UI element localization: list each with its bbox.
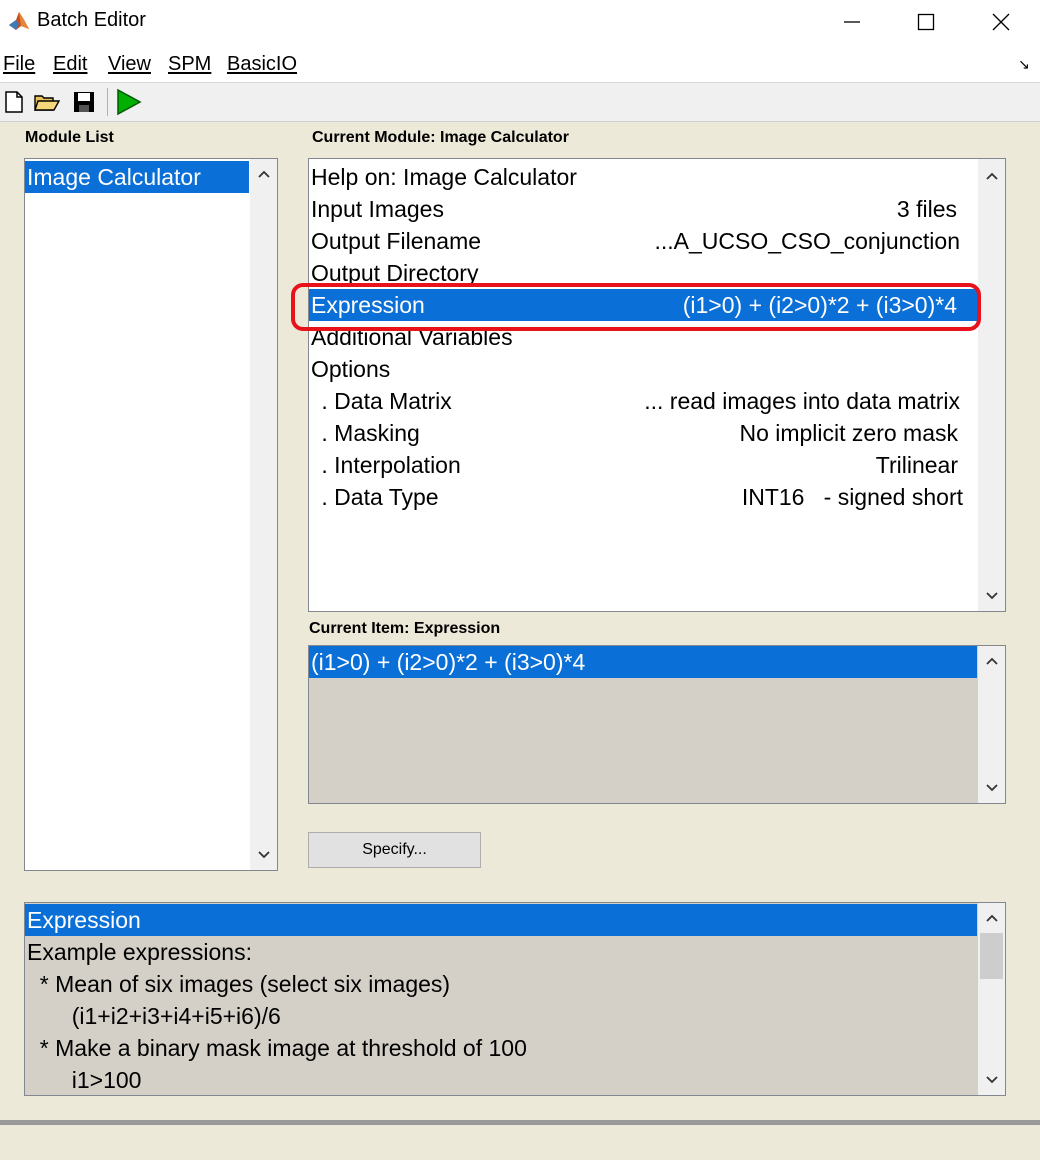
current-module-scrollbar[interactable] — [978, 159, 1005, 611]
menu-basicio[interactable]: BasicIO — [227, 53, 297, 76]
new-file-icon — [5, 91, 23, 113]
run-icon — [117, 88, 142, 116]
row-label: . Masking — [315, 420, 420, 446]
row-label: . Data Type — [315, 484, 439, 510]
row-label: Additional Variables — [311, 324, 513, 350]
help-line-text: (i1+i2+i3+i4+i5+i6)/6 — [27, 1003, 281, 1029]
help-line-text: Example expressions: — [27, 939, 252, 965]
current-module-label: Current Module: Image Calculator — [312, 129, 569, 146]
module-list-label: Module List — [25, 129, 114, 146]
row-label: Options — [311, 356, 391, 382]
save-button[interactable] — [70, 87, 98, 117]
row-value: Trilinear — [875, 452, 958, 478]
menu-spm[interactable]: SPM — [168, 53, 211, 76]
open-button[interactable] — [33, 87, 61, 117]
current-module-list[interactable]: Help on: Image Calculator Input Images 3… — [308, 158, 1006, 612]
help-box[interactable]: Expression Example expressions: * Mean o… — [24, 902, 1006, 1096]
row-value: (i1>0) + (i2>0)*2 + (i3>0)*4 — [682, 292, 957, 318]
toolbar-separator — [107, 88, 108, 116]
open-folder-icon — [34, 95, 61, 111]
help-line-text: * Make a binary mask image at threshold … — [27, 1035, 527, 1061]
current-item-value-text: (i1>0) + (i2>0)*2 + (i3>0)*4 — [311, 649, 586, 675]
help-scroll-thumb[interactable] — [980, 933, 1003, 979]
row-label: Input Images — [311, 196, 444, 222]
module-row-expression[interactable]: Expression (i1>0) + (i2>0)*2 + (i3>0)*4 — [309, 289, 977, 321]
current-item-value[interactable]: (i1>0) + (i2>0)*2 + (i3>0)*4 — [309, 646, 977, 678]
module-row-help[interactable]: Help on: Image Calculator — [309, 161, 977, 193]
row-label: Output Directory — [311, 260, 479, 286]
close-button[interactable] — [965, 0, 1037, 44]
row-value: No implicit zero mask — [739, 420, 958, 446]
module-row-data-matrix[interactable]: . Data Matrix ... read images into data … — [309, 385, 977, 417]
run-button[interactable] — [114, 87, 142, 117]
row-label: Expression — [311, 292, 425, 318]
menu-file[interactable]: File — [3, 53, 35, 76]
help-line: i1>100 — [25, 1064, 977, 1096]
current-item-label: Current Item: Expression — [309, 620, 501, 637]
module-list-item-image-calculator[interactable]: Image Calculator — [25, 161, 249, 193]
module-row-input-images[interactable]: Input Images 3 files — [309, 193, 977, 225]
help-line-text: * Mean of six images (select six images) — [27, 971, 451, 997]
current-item-box[interactable]: (i1>0) + (i2>0)*2 + (i3>0)*4 — [308, 645, 1006, 804]
help-scrollbar[interactable] — [978, 903, 1005, 1095]
module-row-output-directory[interactable]: Output Directory — [309, 257, 977, 289]
help-line: * Make a binary mask image at threshold … — [25, 1032, 977, 1064]
minimize-icon — [844, 21, 860, 23]
scroll-up-icon[interactable] — [978, 163, 1005, 189]
scroll-down-icon[interactable] — [978, 775, 1005, 801]
row-value: 3 files — [896, 196, 957, 222]
window-title: Batch Editor — [37, 9, 146, 31]
minimize-button[interactable] — [816, 0, 888, 44]
window-bottom-edge — [0, 1120, 1040, 1125]
row-label: . Interpolation — [315, 452, 461, 478]
specify-button[interactable]: Specify... — [308, 832, 481, 868]
toolbar — [0, 83, 1040, 122]
menu-bar — [0, 44, 1040, 83]
help-line: * Mean of six images (select six images) — [25, 968, 977, 1000]
close-icon — [992, 13, 1010, 31]
scroll-down-icon[interactable] — [978, 1067, 1005, 1093]
row-label: . Data Matrix — [315, 388, 452, 414]
matlab-icon — [8, 10, 30, 32]
module-list-item-label: Image Calculator — [27, 164, 201, 190]
row-label: Output Filename — [311, 228, 482, 254]
row-value: ...A_UCSO_CSO_conjunction — [654, 228, 960, 254]
menu-expand-icon[interactable]: ↘ — [1018, 56, 1030, 73]
help-title: Expression — [27, 907, 141, 933]
help-line-text: i1>100 — [27, 1067, 142, 1093]
maximize-button[interactable] — [890, 0, 962, 44]
menu-edit[interactable]: Edit — [53, 53, 87, 76]
module-row-masking[interactable]: . Masking No implicit zero mask — [309, 417, 977, 449]
help-title-row: Expression — [25, 904, 977, 936]
help-line: Example expressions: — [25, 936, 977, 968]
row-value: INT16 - signed short — [741, 484, 963, 510]
scroll-up-icon[interactable] — [978, 905, 1005, 931]
module-row-data-type[interactable]: . Data Type INT16 - signed short — [309, 481, 977, 513]
module-list-scrollbar[interactable] — [250, 159, 277, 870]
scroll-up-icon[interactable] — [978, 648, 1005, 674]
help-line: (i1+i2+i3+i4+i5+i6)/6 — [25, 1000, 977, 1032]
module-row-options[interactable]: Options — [309, 353, 977, 385]
menu-view[interactable]: View — [108, 53, 151, 76]
new-file-button[interactable] — [0, 87, 28, 117]
module-row-additional-variables[interactable]: Additional Variables — [309, 321, 977, 353]
row-label: Help on: Image Calculator — [311, 164, 577, 190]
scroll-up-icon[interactable] — [250, 161, 277, 187]
maximize-icon — [917, 13, 935, 31]
row-value: ... read images into data matrix — [644, 388, 960, 414]
scroll-down-icon[interactable] — [250, 842, 277, 868]
module-list[interactable]: Image Calculator — [24, 158, 278, 871]
module-row-output-filename[interactable]: Output Filename ...A_UCSO_CSO_conjunctio… — [309, 225, 977, 257]
current-item-scrollbar[interactable] — [978, 646, 1005, 803]
scroll-down-icon[interactable] — [978, 583, 1005, 609]
module-row-interpolation[interactable]: . Interpolation Trilinear — [309, 449, 977, 481]
save-icon — [74, 92, 94, 112]
